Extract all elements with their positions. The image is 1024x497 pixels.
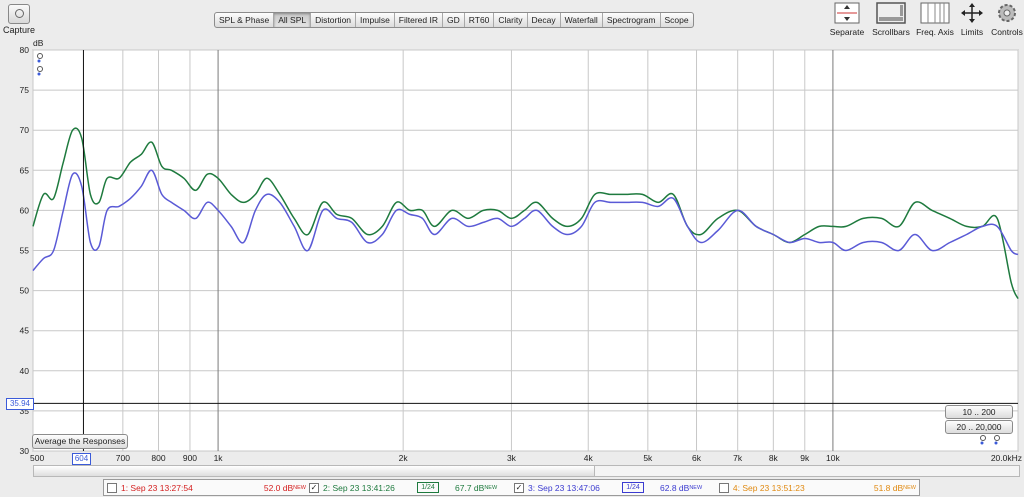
tab-rt60[interactable]: RT60 (465, 13, 495, 27)
legend-item-3[interactable]: ✓ 3: Sep 23 13:47:06 1/24 62.8 dB NEW (511, 482, 716, 493)
controls-label: Controls (991, 27, 1023, 37)
tab-waterfall[interactable]: Waterfall (561, 13, 603, 27)
tab-scope[interactable]: Scope (661, 13, 693, 27)
horizontal-scrollbar[interactable] (33, 465, 1020, 477)
separate-label: Separate (829, 27, 865, 37)
legend-level-3: 62.8 dB (660, 482, 690, 493)
legend-checkbox-4[interactable] (719, 482, 729, 493)
scrollbars-icon (870, 2, 912, 24)
legend-label-2: 2: Sep 23 13:41:26 (323, 482, 395, 493)
legend-level-1: 52.0 dB (263, 482, 294, 493)
tab-impulse[interactable]: Impulse (356, 13, 395, 27)
y-tick-label: 30 (20, 446, 30, 456)
cursor-y-readout: 35.94 (6, 398, 34, 410)
x-tick-label: 1k (214, 453, 224, 463)
tab-distortion[interactable]: Distortion (311, 13, 357, 27)
x-tick-label: 3k (507, 453, 517, 463)
x-tick-label: 7k (733, 453, 743, 463)
legend-level-4: 51.8 dB (873, 482, 904, 493)
legend-smoothing-2[interactable]: 1/24 (417, 482, 439, 493)
y-axis: 8075706560555045403530 (20, 45, 30, 456)
x-tick-label: 4k (584, 453, 594, 463)
x-tick-label: 900 (183, 453, 197, 463)
measurement-legend: 1: Sep 23 13:27:54 52.0 dB NEW ✓ 2: Sep 2… (103, 479, 920, 496)
x-tick-label: 700 (116, 453, 130, 463)
legend-tag-1: NEW (293, 484, 306, 491)
y-tick-label: 70 (20, 125, 30, 135)
separate-icon (826, 2, 868, 24)
x-tick-label: 9k (800, 453, 810, 463)
y-tick-label: 75 (20, 85, 30, 95)
capture-label: Capture (2, 25, 36, 35)
limits-label: Limits (960, 27, 984, 37)
x-tick-label: 8k (769, 453, 779, 463)
y-tick-label: 80 (20, 45, 30, 55)
x-tick-label: 2k (399, 453, 409, 463)
tab-spectrogram[interactable]: Spectrogram (603, 13, 661, 27)
legend-smoothing-3[interactable]: 1/24 (622, 482, 644, 493)
scrollbars-label: Scrollbars (872, 27, 910, 37)
x-tick-label: 10k (826, 453, 840, 463)
legend-item-2[interactable]: ✓ 2: Sep 23 13:41:26 1/24 67.7 dB NEW (306, 482, 511, 493)
arrows-icon (956, 2, 988, 24)
tab-decay[interactable]: Decay (528, 13, 561, 27)
x-tick-label: 20.0kHz (991, 453, 1022, 463)
freq-axis-label: Freq. Axis (916, 27, 954, 37)
freq-axis-button[interactable]: Freq. Axis (914, 2, 956, 37)
legend-label-1: 1: Sep 23 13:27:54 (120, 482, 193, 493)
y-tick-label: 65 (20, 165, 30, 175)
controls-button[interactable]: Controls (990, 2, 1024, 37)
limits-button[interactable]: Limits (956, 2, 988, 37)
tab-filtered-ir[interactable]: Filtered IR (395, 13, 444, 27)
gear-icon (990, 2, 1024, 24)
tab-spl-phase[interactable]: SPL & Phase (215, 13, 275, 27)
legend-item-1[interactable]: 1: Sep 23 13:27:54 52.0 dB NEW (104, 482, 306, 493)
legend-checkbox-1[interactable] (107, 482, 117, 493)
y-tick-label: 45 (20, 326, 30, 336)
legend-label-4: 4: Sep 23 13:51:23 (732, 482, 805, 493)
y-tick-label: 55 (20, 246, 30, 256)
average-responses-button[interactable]: Average the Responses (32, 434, 128, 449)
legend-tag-3: NEW (689, 484, 703, 491)
spl-chart[interactable]: dB 8075706560555045403530 500 700 800 900 1k… (0, 38, 1024, 468)
separate-button[interactable]: Separate (826, 2, 868, 37)
capture-button[interactable]: Capture (2, 2, 36, 35)
y-unit-label: dB (33, 38, 44, 48)
tab-gd[interactable]: GD (443, 13, 465, 27)
range-10-200-button[interactable]: 10 .. 200 (945, 405, 1013, 419)
scrollbars-button[interactable]: Scrollbars (870, 2, 912, 37)
legend-tag-2: NEW (484, 484, 498, 491)
y-tick-label: 60 (20, 205, 30, 215)
camera-icon (8, 4, 30, 24)
x-axis: 500 700 800 900 1k 2k 3k 4k 5k 6k 7k 8k 9k 10k 20.0kHz (30, 453, 1022, 463)
tab-all-spl[interactable]: All SPL (274, 13, 312, 27)
view-tabs: SPL & Phase All SPL Distortion Impulse F… (214, 12, 694, 28)
legend-tag-4: NEW (903, 484, 916, 491)
scrollbar-thumb[interactable] (34, 466, 595, 476)
y-tick-label: 50 (20, 286, 30, 296)
range-20-20000-button[interactable]: 20 .. 20,000 (945, 420, 1013, 434)
x-tick-label: 500 (30, 453, 44, 463)
x-tick-label: 6k (692, 453, 702, 463)
legend-checkbox-2[interactable]: ✓ (309, 482, 319, 493)
legend-checkbox-3[interactable]: ✓ (514, 482, 524, 493)
legend-label-3: 3: Sep 23 13:47:06 (528, 482, 600, 493)
x-tick-label: 5k (643, 453, 653, 463)
y-tick-label: 40 (20, 366, 30, 376)
legend-item-4[interactable]: 4: Sep 23 13:51:23 51.8 dB NEW (716, 482, 916, 493)
tab-clarity[interactable]: Clarity (494, 13, 528, 27)
legend-level-2: 67.7 dB (455, 482, 485, 493)
x-tick-label: 800 (151, 453, 165, 463)
freq-axis-icon (914, 2, 956, 24)
cursor-x-readout: 604 (72, 453, 91, 465)
